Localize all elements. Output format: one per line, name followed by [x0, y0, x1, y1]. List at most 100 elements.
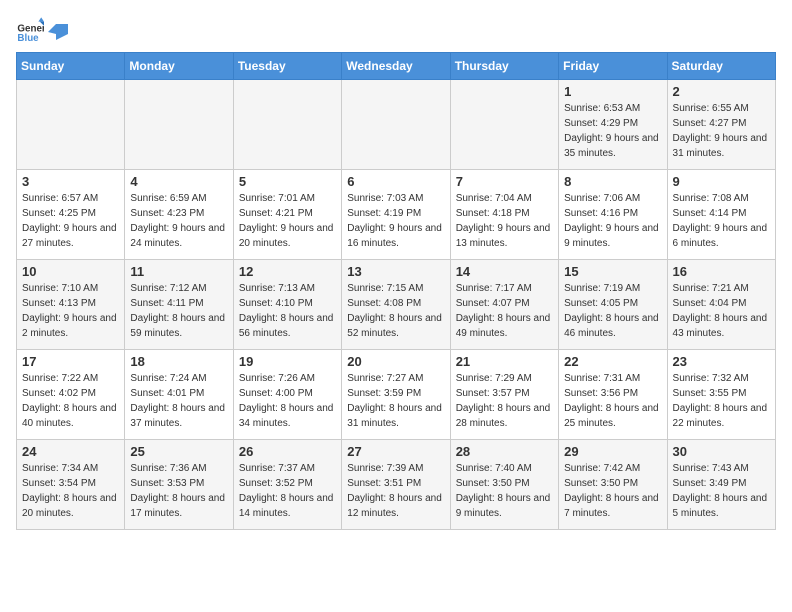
- day-number: 23: [673, 354, 770, 369]
- day-cell: 3 Sunrise: 6:57 AMSunset: 4:25 PMDaylight…: [17, 170, 125, 260]
- day-number: 17: [22, 354, 119, 369]
- day-number: 26: [239, 444, 336, 459]
- day-cell: 6Sunrise: 7:03 AMSunset: 4:19 PMDaylight…: [342, 170, 450, 260]
- day-info: Sunrise: 7:04 AMSunset: 4:18 PMDaylight:…: [456, 191, 553, 251]
- day-info: Sunrise: 6:53 AMSunset: 4:29 PMDaylight:…: [564, 101, 661, 161]
- day-number: 11: [130, 264, 227, 279]
- day-number: 9: [673, 174, 770, 189]
- day-cell: 15 Sunrise: 7:19 AMSunset: 4:05 PMDayligh…: [559, 260, 667, 350]
- day-cell: 11 Sunrise: 7:12 AMSunset: 4:11 PMDayligh…: [125, 260, 233, 350]
- day-cell: 24 Sunrise: 7:34 AMSunset: 3:54 PMDayligh…: [17, 440, 125, 530]
- day-info: Sunrise: 7:29 AMSunset: 3:57 PMDaylight:…: [456, 371, 553, 431]
- day-header-wednesday: Wednesday: [342, 53, 450, 80]
- day-cell: 18Sunrise: 7:24 AMSunset: 4:01 PMDayligh…: [125, 350, 233, 440]
- day-info: Sunrise: 7:06 AMSunset: 4:16 PMDaylight:…: [564, 191, 661, 251]
- day-number: 3: [22, 174, 119, 189]
- day-header-friday: Friday: [559, 53, 667, 80]
- day-header-sunday: Sunday: [17, 53, 125, 80]
- day-cell: 5 Sunrise: 7:01 AMSunset: 4:21 PMDaylight…: [233, 170, 341, 260]
- day-cell: [342, 80, 450, 170]
- day-cell: 22 Sunrise: 7:31 AMSunset: 3:56 PMDayligh…: [559, 350, 667, 440]
- day-number: 18: [130, 354, 227, 369]
- day-info: Sunrise: 7:22 AMSunset: 4:02 PMDaylight:…: [22, 371, 119, 431]
- day-number: 2: [673, 84, 770, 99]
- day-number: 10: [22, 264, 119, 279]
- day-cell: 25 Sunrise: 7:36 AMSunset: 3:53 PMDayligh…: [125, 440, 233, 530]
- day-number: 14: [456, 264, 553, 279]
- day-number: 16: [673, 264, 770, 279]
- day-info: Sunrise: 7:34 AMSunset: 3:54 PMDaylight:…: [22, 461, 119, 521]
- day-header-thursday: Thursday: [450, 53, 558, 80]
- day-info: Sunrise: 7:36 AMSunset: 3:53 PMDaylight:…: [130, 461, 227, 521]
- day-number: 13: [347, 264, 444, 279]
- day-number: 12: [239, 264, 336, 279]
- day-info: Sunrise: 7:32 AMSunset: 3:55 PMDaylight:…: [673, 371, 770, 431]
- day-number: 19: [239, 354, 336, 369]
- day-info: Sunrise: 7:42 AMSunset: 3:50 PMDaylight:…: [564, 461, 661, 521]
- day-cell: 13 Sunrise: 7:15 AMSunset: 4:08 PMDayligh…: [342, 260, 450, 350]
- day-cell: [233, 80, 341, 170]
- day-info: Sunrise: 7:31 AMSunset: 3:56 PMDaylight:…: [564, 371, 661, 431]
- day-header-monday: Monday: [125, 53, 233, 80]
- day-number: 24: [22, 444, 119, 459]
- day-number: 20: [347, 354, 444, 369]
- day-number: 7: [456, 174, 553, 189]
- day-info: Sunrise: 7:21 AMSunset: 4:04 PMDaylight:…: [673, 281, 770, 341]
- svg-text:Blue: Blue: [17, 33, 39, 44]
- day-info: Sunrise: 7:10 AMSunset: 4:13 PMDaylight:…: [22, 281, 119, 341]
- logo: General Blue: [16, 16, 68, 44]
- day-cell: 12Sunrise: 7:13 AMSunset: 4:10 PMDayligh…: [233, 260, 341, 350]
- day-info: Sunrise: 7:37 AMSunset: 3:52 PMDaylight:…: [239, 461, 336, 521]
- week-row-3: 10 Sunrise: 7:10 AMSunset: 4:13 PMDayligh…: [17, 260, 776, 350]
- day-info: Sunrise: 7:08 AMSunset: 4:14 PMDaylight:…: [673, 191, 770, 251]
- day-info: Sunrise: 7:12 AMSunset: 4:11 PMDaylight:…: [130, 281, 227, 341]
- day-cell: 30 Sunrise: 7:43 AMSunset: 3:49 PMDayligh…: [667, 440, 775, 530]
- day-info: Sunrise: 7:01 AMSunset: 4:21 PMDaylight:…: [239, 191, 336, 251]
- day-number: 28: [456, 444, 553, 459]
- day-cell: 28 Sunrise: 7:40 AMSunset: 3:50 PMDayligh…: [450, 440, 558, 530]
- day-number: 27: [347, 444, 444, 459]
- day-number: 8: [564, 174, 661, 189]
- day-info: Sunrise: 7:26 AMSunset: 4:00 PMDaylight:…: [239, 371, 336, 431]
- day-info: Sunrise: 6:57 AMSunset: 4:25 PMDaylight:…: [22, 191, 119, 251]
- day-cell: [450, 80, 558, 170]
- day-cell: 29 Sunrise: 7:42 AMSunset: 3:50 PMDayligh…: [559, 440, 667, 530]
- day-number: 15: [564, 264, 661, 279]
- calendar-table: SundayMondayTuesdayWednesdayThursdayFrid…: [16, 52, 776, 530]
- logo-arrow-icon: [48, 24, 68, 40]
- day-cell: 27Sunrise: 7:39 AMSunset: 3:51 PMDayligh…: [342, 440, 450, 530]
- day-info: Sunrise: 7:03 AMSunset: 4:19 PMDaylight:…: [347, 191, 444, 251]
- week-row-2: 3 Sunrise: 6:57 AMSunset: 4:25 PMDaylight…: [17, 170, 776, 260]
- day-number: 29: [564, 444, 661, 459]
- day-info: Sunrise: 7:19 AMSunset: 4:05 PMDaylight:…: [564, 281, 661, 341]
- day-number: 22: [564, 354, 661, 369]
- day-info: Sunrise: 7:15 AMSunset: 4:08 PMDaylight:…: [347, 281, 444, 341]
- day-info: Sunrise: 7:27 AMSunset: 3:59 PMDaylight:…: [347, 371, 444, 431]
- day-number: 4: [130, 174, 227, 189]
- day-cell: 14 Sunrise: 7:17 AMSunset: 4:07 PMDayligh…: [450, 260, 558, 350]
- week-row-1: 1Sunrise: 6:53 AMSunset: 4:29 PMDaylight…: [17, 80, 776, 170]
- day-number: 25: [130, 444, 227, 459]
- day-cell: 7 Sunrise: 7:04 AMSunset: 4:18 PMDaylight…: [450, 170, 558, 260]
- day-number: 5: [239, 174, 336, 189]
- logo-icon: General Blue: [16, 16, 44, 44]
- day-header-saturday: Saturday: [667, 53, 775, 80]
- day-cell: 19 Sunrise: 7:26 AMSunset: 4:00 PMDayligh…: [233, 350, 341, 440]
- day-cell: 2 Sunrise: 6:55 AMSunset: 4:27 PMDaylight…: [667, 80, 775, 170]
- day-cell: 17 Sunrise: 7:22 AMSunset: 4:02 PMDayligh…: [17, 350, 125, 440]
- day-cell: 1Sunrise: 6:53 AMSunset: 4:29 PMDaylight…: [559, 80, 667, 170]
- day-info: Sunrise: 7:40 AMSunset: 3:50 PMDaylight:…: [456, 461, 553, 521]
- day-info: Sunrise: 7:17 AMSunset: 4:07 PMDaylight:…: [456, 281, 553, 341]
- header: General Blue: [16, 16, 776, 44]
- day-cell: 26 Sunrise: 7:37 AMSunset: 3:52 PMDayligh…: [233, 440, 341, 530]
- day-cell: 10 Sunrise: 7:10 AMSunset: 4:13 PMDayligh…: [17, 260, 125, 350]
- day-info: Sunrise: 7:43 AMSunset: 3:49 PMDaylight:…: [673, 461, 770, 521]
- day-info: Sunrise: 6:55 AMSunset: 4:27 PMDaylight:…: [673, 101, 770, 161]
- day-cell: 8 Sunrise: 7:06 AMSunset: 4:16 PMDaylight…: [559, 170, 667, 260]
- day-cell: 23 Sunrise: 7:32 AMSunset: 3:55 PMDayligh…: [667, 350, 775, 440]
- week-row-4: 17 Sunrise: 7:22 AMSunset: 4:02 PMDayligh…: [17, 350, 776, 440]
- day-number: 30: [673, 444, 770, 459]
- week-row-5: 24 Sunrise: 7:34 AMSunset: 3:54 PMDayligh…: [17, 440, 776, 530]
- day-cell: 4Sunrise: 6:59 AMSunset: 4:23 PMDaylight…: [125, 170, 233, 260]
- day-header-tuesday: Tuesday: [233, 53, 341, 80]
